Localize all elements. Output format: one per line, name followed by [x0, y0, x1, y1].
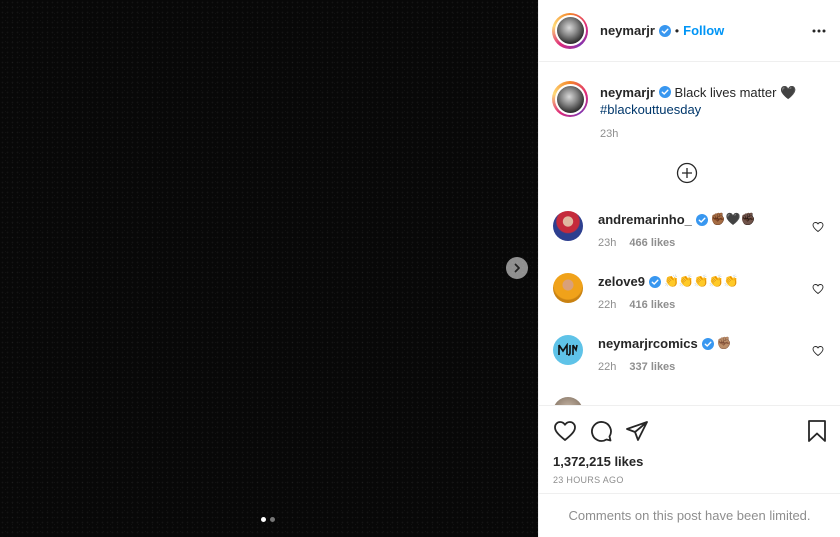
more-options-icon[interactable] [812, 29, 826, 33]
comment-item-partial [553, 397, 826, 405]
comment-username[interactable]: zelove9 [598, 273, 645, 290]
slide-dot-active [261, 517, 266, 522]
comment-likes[interactable]: 466 likes [629, 237, 675, 249]
verified-badge-icon [658, 24, 671, 37]
comment-item: neymarjrcomics ✊🏽 22h 337 likes [553, 335, 826, 373]
post-timestamp[interactable]: 23 HOURS AGO [539, 469, 840, 485]
caption-hashtag[interactable]: #blackouttuesday [600, 102, 701, 117]
post-actions-area: 1,372,215 likes 23 HOURS AGO [539, 405, 840, 485]
comment-time[interactable]: 23h [598, 237, 616, 249]
comment-like-heart-icon[interactable] [812, 283, 824, 295]
verified-badge-icon [648, 275, 661, 288]
follow-button[interactable]: Follow [683, 23, 724, 38]
comment-item: zelove9 👏👏👏👏👏 22h 416 likes [553, 273, 826, 311]
heart-icon[interactable] [553, 419, 577, 443]
comment-text: ✊🏾🖤✊🏿 [710, 212, 756, 226]
comment-time[interactable]: 22h [598, 361, 616, 373]
verified-badge-icon [701, 337, 714, 350]
comment-like-heart-icon[interactable] [812, 221, 824, 233]
comics-logo-icon [558, 343, 578, 356]
post-media[interactable] [0, 0, 538, 537]
commenter-avatar[interactable] [553, 335, 583, 365]
author-avatar[interactable] [552, 12, 588, 49]
slide-dot [270, 517, 275, 522]
caption-username[interactable]: neymarjr [600, 85, 655, 100]
caption-text: Black lives matter 🖤 [674, 85, 797, 100]
next-slide-button[interactable] [506, 257, 528, 279]
verified-badge-icon [658, 86, 671, 98]
comment-likes[interactable]: 337 likes [629, 361, 675, 373]
chevron-right-icon [514, 263, 520, 273]
post-caption: neymarjr Black lives matter 🖤 #blackoutt… [539, 63, 840, 118]
commenter-avatar[interactable] [553, 397, 583, 405]
post-header: neymarjr • Follow [539, 0, 840, 62]
header-separator: • [674, 23, 680, 38]
bookmark-icon[interactable] [806, 419, 828, 443]
likes-count[interactable]: 1,372,215 likes [539, 444, 840, 469]
plus-circle-icon[interactable] [676, 162, 698, 184]
comment-username[interactable]: andremarinho_ [598, 211, 692, 228]
verified-badge-icon [695, 213, 708, 226]
share-icon[interactable] [625, 419, 649, 443]
author-username[interactable]: neymarjr [600, 23, 655, 38]
post-sidebar: neymarjr • Follow neymarjr Black lives m… [538, 0, 840, 537]
caption-time[interactable]: 23h [600, 128, 840, 140]
comment-time[interactable]: 22h [598, 299, 616, 311]
slide-indicator [261, 517, 275, 522]
commenter-avatar[interactable] [553, 273, 583, 303]
comment-likes[interactable]: 416 likes [629, 299, 675, 311]
caption-author-avatar[interactable] [552, 81, 588, 117]
comments-limited-notice: Comments on this post have been limited. [539, 493, 840, 537]
comment-username[interactable]: neymarjrcomics [598, 335, 698, 352]
action-bar [539, 406, 840, 444]
commenter-avatar[interactable] [553, 211, 583, 241]
comments-section: neymarjr Black lives matter 🖤 #blackoutt… [539, 63, 840, 405]
comment-icon[interactable] [589, 419, 613, 443]
comment-text: ✊🏽 [716, 336, 732, 350]
comment-text: 👏👏👏👏👏 [663, 274, 739, 288]
comment-item: andremarinho_ ✊🏾🖤✊🏿 23h 466 likes [553, 211, 826, 249]
comment-like-heart-icon[interactable] [812, 345, 824, 357]
